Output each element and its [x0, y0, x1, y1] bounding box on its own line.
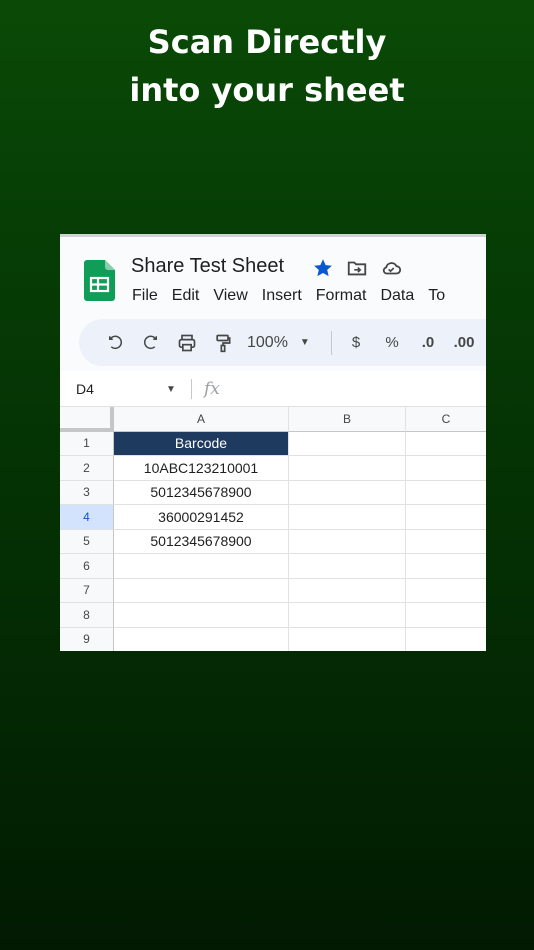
table-row: 6	[60, 554, 486, 579]
app-header: Share Test Sheet File Edit View Insert F…	[60, 237, 486, 315]
percent-format-button[interactable]: %	[374, 334, 410, 351]
column-header-a[interactable]: A	[114, 407, 289, 432]
paint-format-icon	[216, 334, 231, 352]
table-row: 5 5012345678900	[60, 529, 486, 554]
cell-c6[interactable]	[406, 554, 486, 579]
row-header[interactable]: 5	[60, 529, 114, 554]
toolbar-area: 100% ▼ $ % .0 .00	[60, 315, 486, 371]
cell-b9[interactable]	[289, 627, 406, 651]
cell-a5[interactable]: 5012345678900	[114, 529, 289, 554]
cell-c8[interactable]	[406, 603, 486, 628]
cell-a4[interactable]: 36000291452	[114, 505, 289, 530]
cell-b1[interactable]	[289, 431, 406, 456]
undo-button[interactable]	[97, 328, 133, 358]
sheets-logo-icon[interactable]	[84, 260, 115, 301]
cloud-status-icon[interactable]	[380, 257, 402, 279]
increase-decimal-button[interactable]: .00	[446, 334, 482, 351]
column-header-c[interactable]: C	[406, 407, 486, 432]
print-icon	[178, 334, 196, 351]
cell-a7[interactable]	[114, 578, 289, 603]
cell-a2[interactable]: 10ABC123210001	[114, 456, 289, 481]
table-row: 8	[60, 603, 486, 628]
menu-bar: File Edit View Insert Format Data To	[132, 287, 459, 305]
table-row: 1 Barcode	[60, 431, 486, 456]
formula-bar: D4 ▼ fx	[60, 371, 486, 407]
paint-format-button[interactable]	[205, 328, 241, 358]
menu-insert[interactable]: Insert	[262, 287, 302, 305]
cell-c3[interactable]	[406, 481, 486, 505]
row-header-active[interactable]: 4	[60, 505, 114, 530]
cell-c7[interactable]	[406, 579, 486, 603]
formula-divider	[191, 379, 192, 399]
currency-format-button[interactable]: $	[338, 334, 374, 351]
cell-b5[interactable]	[289, 529, 406, 554]
cell-c9[interactable]	[406, 628, 486, 652]
name-box[interactable]: D4	[76, 381, 94, 397]
row-header[interactable]: 8	[60, 603, 114, 628]
print-button[interactable]	[169, 328, 205, 358]
headline: Scan Directly into your sheet	[0, 18, 534, 114]
cell-b8[interactable]	[289, 603, 406, 628]
chevron-down-icon: ▼	[299, 337, 310, 348]
headline-line-1: Scan Directly	[147, 23, 387, 61]
spreadsheet-window: Share Test Sheet File Edit View Insert F…	[60, 234, 486, 651]
cell-b2[interactable]	[289, 456, 406, 481]
decrease-decimal-button[interactable]: .0	[410, 334, 446, 351]
title-icons	[312, 257, 402, 279]
column-header-b[interactable]: B	[289, 407, 406, 432]
menu-format[interactable]: Format	[316, 287, 367, 305]
table-row: 9	[60, 627, 486, 652]
cell-a9[interactable]	[114, 627, 289, 651]
column-header-row: A B C	[60, 407, 486, 432]
menu-edit[interactable]: Edit	[172, 287, 200, 305]
cell-c4[interactable]	[406, 505, 486, 530]
row-header[interactable]: 3	[60, 480, 114, 505]
decrease-decimal-label: .0	[421, 334, 435, 351]
cell-c2[interactable]	[406, 456, 486, 481]
row-header[interactable]: 6	[60, 554, 114, 579]
cell-b7[interactable]	[289, 578, 406, 603]
cell-a8[interactable]	[114, 603, 289, 628]
cell-c1[interactable]	[406, 432, 486, 456]
menu-tools[interactable]: To	[428, 287, 445, 305]
toolbar: 100% ▼ $ % .0 .00	[79, 319, 486, 366]
menu-data[interactable]: Data	[380, 287, 414, 305]
increase-decimal-label: .00	[453, 334, 475, 351]
table-row: 3 5012345678900	[60, 480, 486, 505]
row-header[interactable]: 2	[60, 456, 114, 481]
cell-b3[interactable]	[289, 480, 406, 505]
redo-button[interactable]	[133, 328, 169, 358]
zoom-value: 100%	[247, 333, 288, 351]
toolbar-divider	[331, 330, 332, 355]
row-header[interactable]: 1	[60, 431, 114, 456]
table-row: 2 10ABC123210001	[60, 456, 486, 481]
cell-grid: A B C 1 Barcode 2 10ABC123210001 3 50123…	[60, 407, 486, 651]
redo-icon	[143, 335, 157, 349]
zoom-select[interactable]: 100% ▼	[247, 334, 319, 352]
fx-icon: fx	[204, 379, 220, 399]
row-header[interactable]: 9	[60, 627, 114, 651]
menu-file[interactable]: File	[132, 287, 158, 305]
table-row: 7	[60, 578, 486, 603]
cell-a1[interactable]: Barcode	[114, 431, 289, 456]
headline-line-2: into your sheet	[129, 71, 405, 109]
row-header[interactable]: 7	[60, 578, 114, 603]
table-row: 4 36000291452	[60, 505, 486, 530]
star-icon[interactable]	[312, 257, 334, 279]
cell-a3[interactable]: 5012345678900	[114, 480, 289, 505]
document-title[interactable]: Share Test Sheet	[131, 255, 284, 278]
cell-c5[interactable]	[406, 530, 486, 554]
move-to-folder-icon[interactable]	[346, 257, 368, 279]
cell-b6[interactable]	[289, 554, 406, 579]
menu-view[interactable]: View	[213, 287, 247, 305]
cell-a6[interactable]	[114, 554, 289, 579]
name-box-dropdown-icon[interactable]: ▼	[166, 384, 176, 395]
cell-b4[interactable]	[289, 505, 406, 530]
select-all-corner[interactable]	[60, 407, 114, 432]
undo-icon	[109, 335, 123, 349]
